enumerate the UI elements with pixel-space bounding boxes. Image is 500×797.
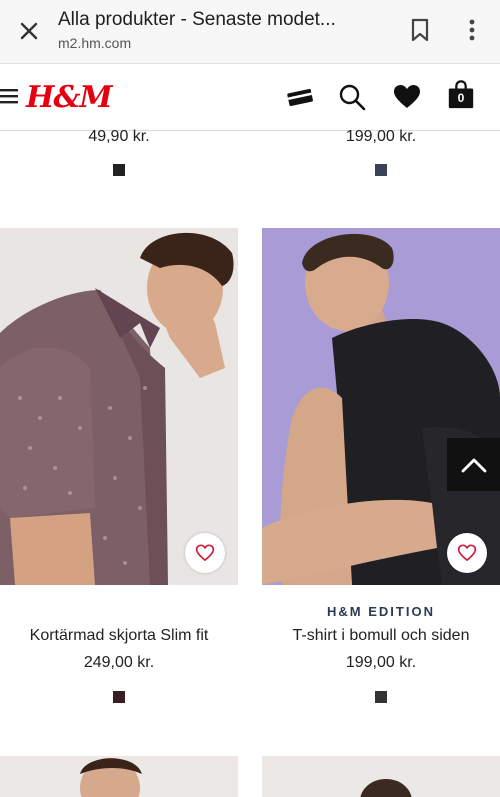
- product-photo-partial: [262, 756, 500, 797]
- product-brand: H&M EDITION: [327, 604, 435, 619]
- product-image[interactable]: [262, 228, 500, 585]
- search-icon[interactable]: [337, 82, 367, 112]
- product-photo-partial: [0, 756, 238, 797]
- add-to-favorites-button[interactable]: [447, 533, 487, 573]
- product-photo-tshirt: [262, 228, 500, 585]
- chevron-up-icon: [461, 458, 486, 472]
- close-icon[interactable]: [16, 18, 42, 44]
- product-price: 49,90 kr.: [88, 128, 150, 145]
- menu-icon[interactable]: [0, 88, 18, 104]
- hm-logo[interactable]: H&M: [26, 80, 113, 115]
- product-name[interactable]: T-shirt i bomull och siden: [262, 627, 500, 645]
- product-image[interactable]: [0, 228, 238, 585]
- product-image[interactable]: [262, 756, 500, 797]
- product-image[interactable]: [0, 756, 238, 797]
- color-swatch[interactable]: [113, 691, 125, 703]
- heart-outline-icon: [457, 544, 477, 562]
- color-swatch[interactable]: [375, 164, 387, 176]
- product-name[interactable]: Kortärmad skjorta Slim fit: [0, 627, 238, 645]
- scroll-to-top-button[interactable]: [447, 438, 500, 491]
- heart-icon[interactable]: [392, 82, 422, 112]
- page-url[interactable]: m2.hm.com: [58, 35, 131, 51]
- color-swatch[interactable]: [375, 691, 387, 703]
- color-swatch[interactable]: [113, 164, 125, 176]
- product-price: 199,00 kr.: [345, 654, 417, 671]
- bag-count-badge: 0: [457, 91, 465, 105]
- add-to-favorites-button[interactable]: [185, 533, 225, 573]
- browser-toolbar: Alla produkter - Senaste modet... m2.hm.…: [0, 0, 500, 64]
- product-photo-shirt: [0, 228, 238, 585]
- product-price: 199,00 kr.: [345, 128, 417, 145]
- product-price: 249,00 kr.: [83, 654, 155, 671]
- page-title: Alla produkter - Senaste modet...: [58, 9, 336, 30]
- bookmark-icon[interactable]: [408, 17, 432, 43]
- site-header: H&M: [0, 64, 500, 131]
- membership-card-icon[interactable]: [285, 82, 315, 112]
- heart-outline-icon: [195, 544, 215, 562]
- more-vert-icon[interactable]: [462, 17, 482, 43]
